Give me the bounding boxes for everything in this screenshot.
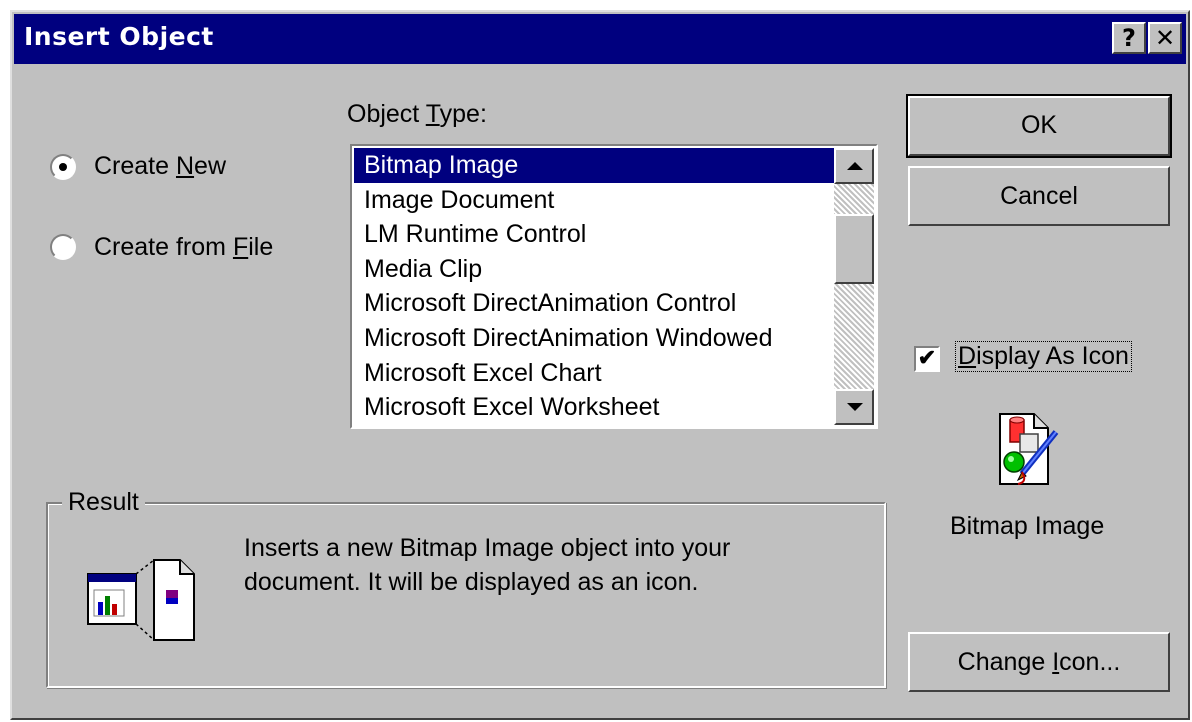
result-group-title: Result bbox=[62, 488, 145, 517]
display-as-icon-label[interactable]: Display As Icon bbox=[955, 341, 1132, 372]
create-new-label-suffix: ew bbox=[194, 152, 227, 180]
scroll-down-button[interactable] bbox=[834, 389, 874, 425]
cancel-button[interactable]: Cancel bbox=[908, 166, 1170, 226]
checkmark-icon: ✔ bbox=[917, 345, 937, 370]
create-from-file-label-suffix: ile bbox=[248, 233, 274, 261]
display-as-icon-suffix: isplay As Icon bbox=[976, 342, 1129, 370]
up-arrow-icon bbox=[847, 162, 863, 170]
object-type-list: Bitmap Image Image Document LM Runtime C… bbox=[354, 148, 834, 425]
help-button[interactable]: ? bbox=[1112, 22, 1146, 54]
radio-selected-dot bbox=[59, 163, 67, 171]
display-as-icon-checkbox[interactable]: ✔ bbox=[914, 346, 940, 372]
insert-object-result-icon bbox=[84, 554, 204, 644]
create-new-label-accel: N bbox=[175, 152, 195, 180]
list-item-media-clip[interactable]: Media Clip bbox=[354, 252, 834, 287]
ok-button[interactable]: OK bbox=[906, 94, 1172, 158]
bitmap-image-paint-icon[interactable] bbox=[992, 410, 1062, 490]
result-description-line2: document. It will be displayed as an ico… bbox=[244, 568, 699, 596]
create-from-file-radio[interactable] bbox=[50, 234, 76, 260]
close-button[interactable]: ✕ bbox=[1148, 22, 1182, 54]
create-new-label[interactable]: Create New bbox=[94, 152, 226, 181]
create-new-label-prefix: Create bbox=[94, 152, 176, 180]
create-from-file-label-prefix: Create from bbox=[94, 233, 233, 261]
list-item-directanimation-windowed[interactable]: Microsoft DirectAnimation Windowed bbox=[354, 321, 834, 356]
list-scrollbar[interactable] bbox=[834, 148, 874, 425]
result-description-line1: Inserts a new Bitmap Image object into y… bbox=[244, 534, 731, 562]
object-type-label-suffix: ype: bbox=[439, 100, 487, 128]
change-icon-label-suffix: con... bbox=[1059, 648, 1121, 676]
icon-caption: Bitmap Image bbox=[950, 512, 1105, 540]
object-type-label-prefix: Object bbox=[347, 100, 426, 128]
down-arrow-icon bbox=[847, 403, 863, 411]
help-icon: ? bbox=[1122, 24, 1136, 52]
list-item-lm-runtime-control[interactable]: LM Runtime Control bbox=[354, 217, 834, 252]
window-title: Insert Object bbox=[24, 22, 214, 51]
close-icon: ✕ bbox=[1154, 24, 1176, 52]
list-item-bitmap-image[interactable]: Bitmap Image bbox=[354, 148, 834, 183]
scroll-thumb[interactable] bbox=[834, 214, 874, 284]
title-bar: Insert Object ? ✕ bbox=[14, 14, 1186, 64]
display-as-icon-accel: D bbox=[958, 342, 977, 370]
list-item-image-document[interactable]: Image Document bbox=[354, 183, 834, 218]
object-type-listbox[interactable]: Bitmap Image Image Document LM Runtime C… bbox=[350, 144, 878, 429]
create-from-file-label[interactable]: Create from File bbox=[94, 233, 273, 262]
change-icon-label-prefix: Change bbox=[957, 648, 1053, 676]
object-type-label: Object Type: bbox=[347, 100, 487, 129]
list-item-excel-chart[interactable]: Microsoft Excel Chart bbox=[354, 356, 834, 391]
insert-object-dialog: Insert Object ? ✕ Create New Create from… bbox=[10, 10, 1190, 720]
change-icon-button[interactable]: Change Icon... bbox=[908, 632, 1170, 692]
scroll-up-button[interactable] bbox=[834, 148, 874, 184]
create-new-radio[interactable] bbox=[50, 154, 76, 180]
list-item-directanimation-control[interactable]: Microsoft DirectAnimation Control bbox=[354, 286, 834, 321]
list-item-excel-worksheet[interactable]: Microsoft Excel Worksheet bbox=[354, 390, 834, 425]
create-from-file-label-accel: F bbox=[232, 233, 249, 261]
object-type-label-accel: T bbox=[425, 100, 440, 128]
